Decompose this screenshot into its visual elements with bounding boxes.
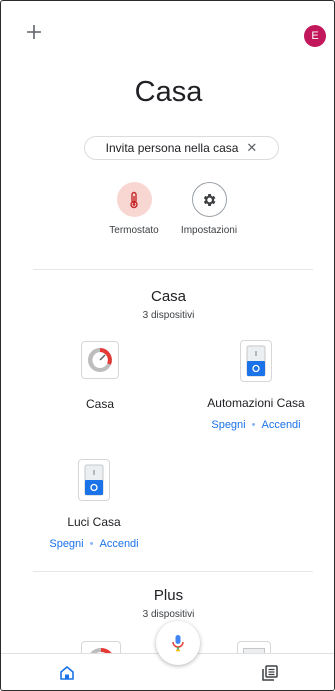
app-screen: E Casa Invita persona nella casa ✕ Termo… (0, 0, 335, 691)
gear-icon (203, 193, 216, 206)
device-icon-box[interactable] (240, 340, 272, 382)
settings-action-circle (191, 182, 227, 217)
section-divider (33, 571, 313, 572)
switch-icon (84, 464, 104, 496)
turn-off-button[interactable]: Spegni (49, 538, 83, 550)
microphone-icon (172, 635, 184, 652)
invite-chip-label: Invita persona nella casa (105, 141, 239, 155)
feed-icon (262, 665, 278, 681)
thermostat-action-circle (116, 182, 152, 217)
account-avatar[interactable]: E (304, 25, 326, 47)
device-name: Automazioni Casa (207, 396, 305, 410)
device-name: Casa (85, 397, 114, 411)
turn-off-button[interactable]: Spegni (211, 419, 245, 431)
device-icon-box[interactable] (81, 341, 119, 379)
device-actions: Spegni • Accendi (24, 538, 164, 550)
nav-feed-button[interactable] (261, 664, 279, 682)
room-title: Plus (153, 587, 184, 604)
thermostat-gauge-icon (88, 348, 112, 372)
room-device-count: 3 dispositivi (142, 310, 195, 321)
plus-icon (27, 25, 41, 39)
add-button[interactable] (23, 21, 45, 43)
device-tile-automazioni-casa[interactable]: Automazioni Casa Spegni • Accendi (186, 340, 326, 431)
device-actions: Spegni • Accendi (186, 419, 326, 431)
switch-icon (246, 345, 266, 377)
invite-person-chip[interactable]: Invita persona nella casa ✕ (84, 136, 279, 160)
device-name: Luci Casa (67, 515, 121, 529)
device-tile-casa[interactable]: Casa (30, 341, 170, 411)
device-tile-luci-casa[interactable]: Luci Casa Spegni • Accendi (24, 459, 164, 550)
settings-action-label: Impostazioni (180, 225, 238, 236)
settings-action[interactable]: Impostazioni (164, 182, 254, 236)
section-divider (33, 269, 313, 270)
separator-dot: • (251, 419, 256, 431)
close-icon[interactable]: ✕ (246, 140, 257, 156)
thermometer-icon (130, 191, 138, 208)
room-device-count: 3 dispositivi (142, 609, 195, 620)
separator-dot: • (89, 538, 94, 550)
turn-on-button[interactable]: Accendi (99, 538, 138, 550)
turn-on-button[interactable]: Accendi (261, 419, 300, 431)
room-title: Casa (150, 288, 187, 305)
home-icon (60, 666, 74, 680)
device-icon-box[interactable] (78, 459, 110, 501)
nav-home-button[interactable] (58, 664, 76, 682)
voice-assistant-button[interactable] (156, 621, 200, 665)
home-title: Casa (134, 76, 203, 108)
